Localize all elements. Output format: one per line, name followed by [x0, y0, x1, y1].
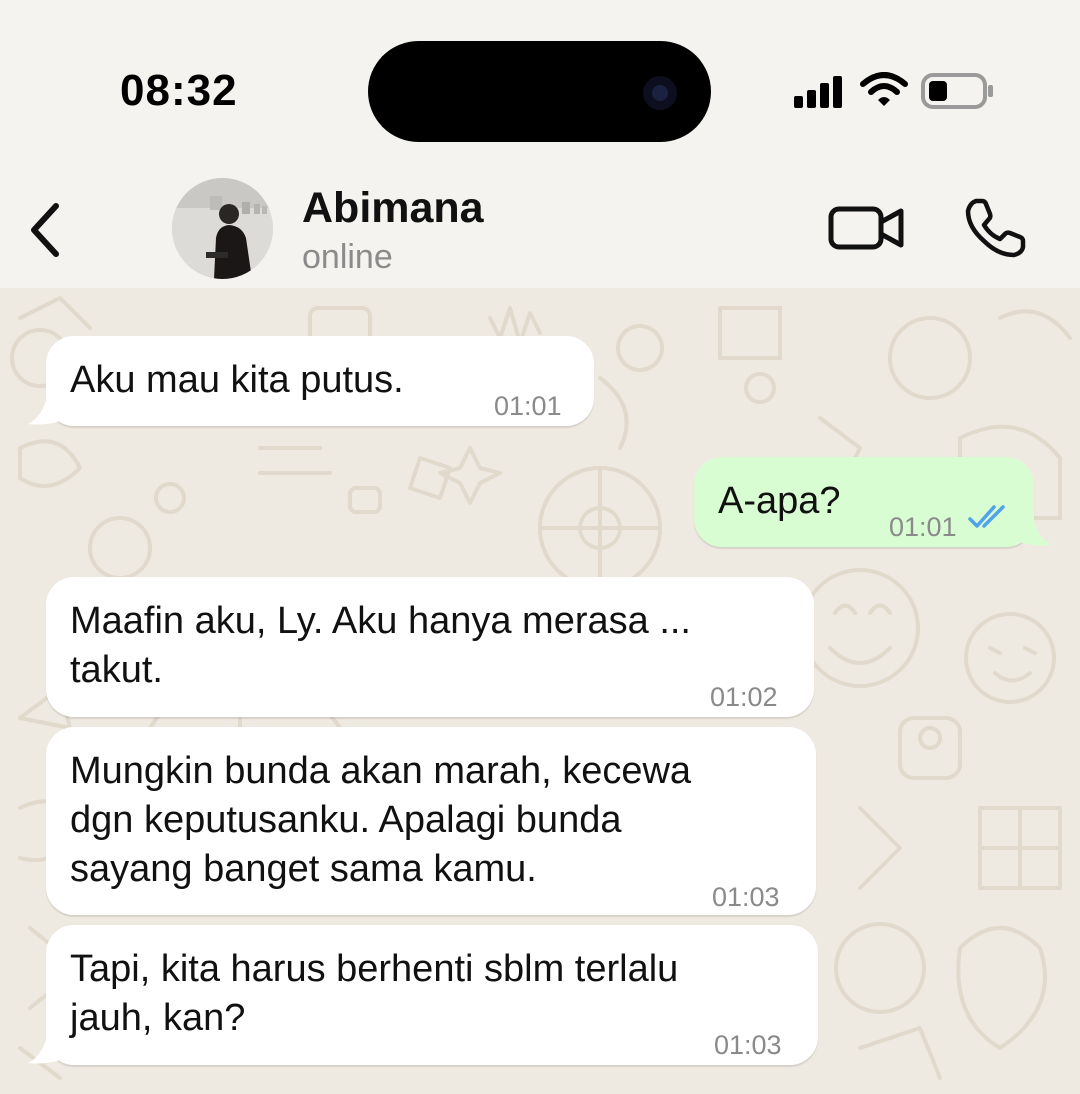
message-time: 01:02: [710, 682, 778, 712]
chat-area[interactable]: Aku mau kita putus. 01:01 A-apa? 01:01 M…: [0, 288, 1080, 1094]
contact-status: online: [302, 238, 393, 276]
chevron-left-icon[interactable]: [22, 200, 72, 260]
bubble-tail: [28, 392, 64, 425]
double-check-icon: [968, 505, 1005, 528]
front-camera: [643, 76, 677, 110]
message-bubble-outgoing[interactable]: A-apa? 01:01: [694, 457, 1034, 547]
message-bubble-incoming[interactable]: Aku mau kita putus. 01:01: [46, 336, 594, 426]
message-text: Maafin aku, Ly. Aku hanya merasa ... tak…: [70, 600, 691, 691]
message-text: Mungkin bunda akan marah, kecewa dgn kep…: [70, 750, 692, 890]
message-text: A-apa?: [718, 480, 841, 522]
message-time: 01:01: [494, 391, 562, 421]
chat-header: Abimana online: [0, 170, 1080, 288]
bubble-tail: [28, 1031, 64, 1064]
message-bubble-incoming[interactable]: Maafin aku, Ly. Aku hanya merasa ... tak…: [46, 577, 814, 717]
contact-name[interactable]: Abimana: [302, 184, 484, 233]
video-camera-icon[interactable]: [828, 200, 906, 256]
status-bar: 08:32: [0, 0, 1080, 170]
clock: 08:32: [120, 66, 238, 115]
message-text: Tapi, kita harus berhenti sblm terlalu j…: [70, 948, 679, 1039]
message-bubble-incoming[interactable]: Tapi, kita harus berhenti sblm terlalu j…: [46, 925, 818, 1065]
message-text: Aku mau kita putus.: [70, 359, 404, 401]
message-time: 01:03: [714, 1030, 782, 1060]
phone-icon[interactable]: [962, 195, 1028, 261]
bubble-tail: [1016, 513, 1052, 546]
battery-icon: [921, 73, 993, 109]
cellular-signal-icon: [794, 76, 842, 108]
message-time: 01:03: [712, 882, 780, 912]
wifi-icon: [860, 72, 908, 106]
message-time: 01:01: [889, 512, 957, 542]
avatar[interactable]: [172, 178, 273, 279]
message-bubble-incoming[interactable]: Mungkin bunda akan marah, kecewa dgn kep…: [46, 727, 816, 915]
